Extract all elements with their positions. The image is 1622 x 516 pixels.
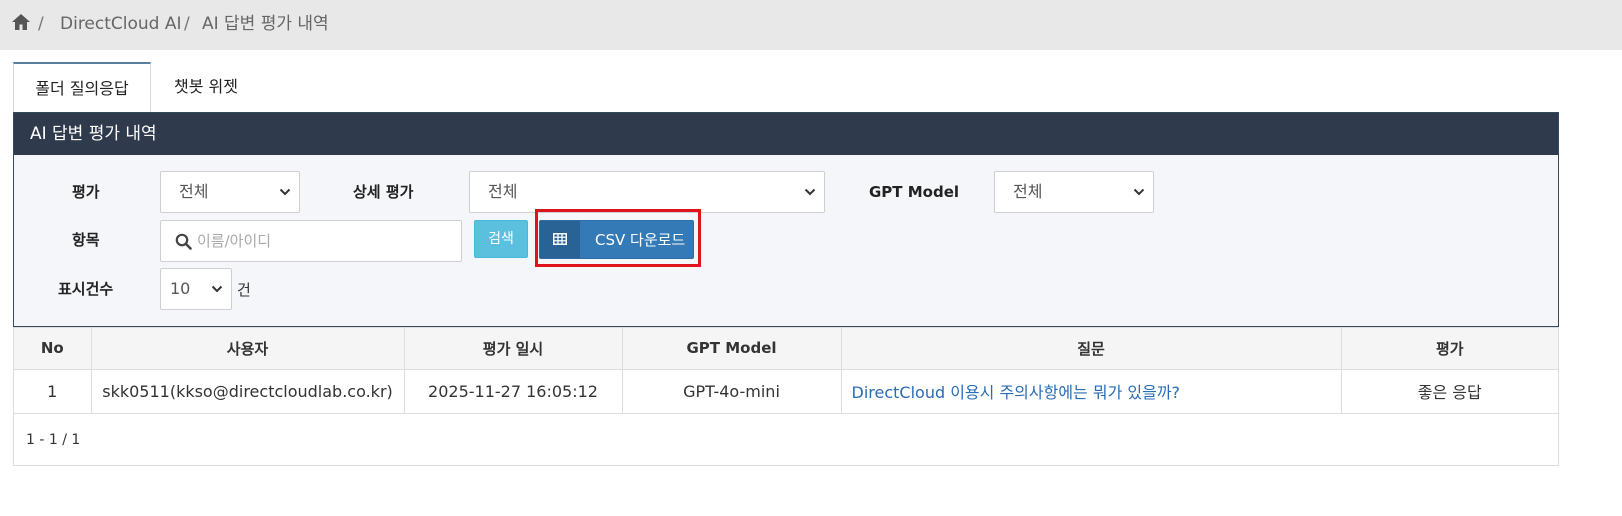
csv-download-label: CSV 다운로드: [595, 231, 686, 249]
tab-chatbot-widget[interactable]: 챗봇 위젯: [151, 62, 261, 112]
column-header-no[interactable]: No: [14, 328, 92, 370]
search-input[interactable]: [197, 227, 447, 255]
search-field[interactable]: [160, 220, 462, 262]
table-header-row: No 사용자 평가 일시 GPT Model 질문 평가: [14, 328, 1558, 370]
gpt-model-select-value: 전체: [1013, 182, 1043, 201]
gpt-model-select[interactable]: 전체: [994, 171, 1154, 213]
rating-label: 평가: [72, 183, 100, 201]
cell-rating: 좋은 응답: [1340, 368, 1558, 414]
cell-no: 1: [14, 368, 92, 414]
question-link[interactable]: DirectCloud 이용시 주의사항에는 뭐가 있을까?: [840, 368, 1342, 414]
breadcrumb-separator: /: [184, 14, 190, 34]
rating-select[interactable]: 전체: [160, 171, 300, 213]
detail-rating-select-value: 전체: [488, 182, 518, 201]
gpt-model-label: GPT Model: [869, 183, 960, 201]
breadcrumb: / DirectCloud AI / AI 답변 평가 내역: [0, 0, 1622, 50]
home-icon[interactable]: [11, 12, 31, 32]
chevron-down-icon: [1133, 188, 1145, 196]
display-count-label: 표시건수: [58, 280, 114, 298]
cell-gpt-model: GPT-4o-mini: [621, 368, 842, 414]
panel-header: AI 답변 평가 내역: [14, 113, 1558, 155]
item-label: 항목: [72, 231, 100, 249]
search-icon: [175, 233, 192, 250]
detail-rating-label: 상세 평가: [353, 183, 414, 201]
results-table-container: No 사용자 평가 일시 GPT Model 질문 평가 1 skk0511(k…: [13, 327, 1559, 466]
table-row: 1 skk0511(kkso@directcloudlab.co.kr) 202…: [14, 368, 1558, 414]
tab-folder-qa[interactable]: 폴더 질의응답: [13, 62, 151, 112]
breadcrumb-separator: /: [38, 14, 44, 34]
column-header-user[interactable]: 사용자: [90, 328, 405, 370]
cell-date: 2025-11-27 16:05:12: [403, 368, 623, 414]
search-button[interactable]: 검색: [474, 220, 528, 258]
detail-rating-select[interactable]: 전체: [469, 171, 825, 213]
column-header-rating[interactable]: 평가: [1340, 328, 1558, 370]
chevron-down-icon: [211, 285, 223, 293]
chevron-down-icon: [279, 188, 291, 196]
column-header-gpt-model[interactable]: GPT Model: [621, 328, 842, 370]
column-header-date[interactable]: 평가 일시: [403, 328, 623, 370]
table-icon: [553, 233, 567, 245]
rating-select-value: 전체: [179, 182, 209, 201]
display-count-value: 10: [170, 279, 191, 298]
breadcrumb-item-directcloud-ai[interactable]: DirectCloud AI: [60, 14, 182, 34]
panel-title: AI 답변 평가 내역: [30, 124, 157, 144]
breadcrumb-item-current: AI 답변 평가 내역: [202, 14, 329, 34]
pagination-info: 1 - 1 / 1: [26, 432, 81, 448]
results-table: No 사용자 평가 일시 GPT Model 질문 평가 1 skk0511(k…: [14, 328, 1558, 414]
filter-panel: AI 답변 평가 내역 평가 전체 상세 평가 전체 GPT Model 전체 …: [13, 112, 1559, 327]
display-count-select[interactable]: 10: [160, 268, 232, 310]
display-count-suffix: 건: [237, 281, 251, 299]
cell-user: skk0511(kkso@directcloudlab.co.kr): [90, 368, 405, 414]
column-header-question[interactable]: 질문: [840, 328, 1342, 370]
csv-download-button[interactable]: CSV 다운로드: [539, 220, 694, 259]
chevron-down-icon: [804, 188, 816, 196]
